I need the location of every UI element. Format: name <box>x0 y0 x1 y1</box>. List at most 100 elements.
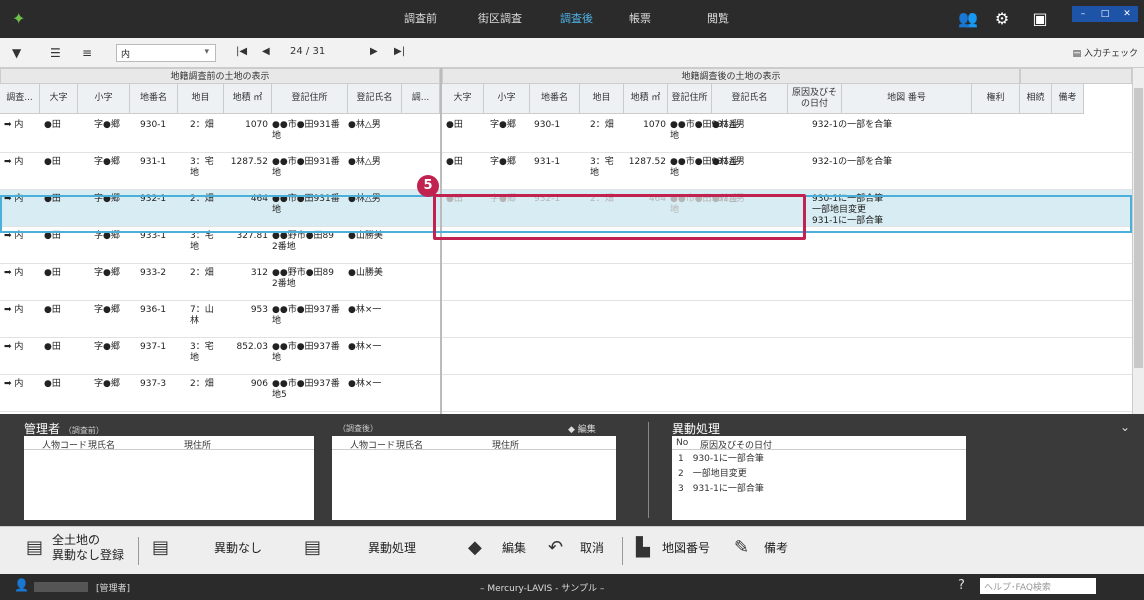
column-header[interactable]: 登記住所 <box>272 84 348 114</box>
collapse-chevron-icon[interactable]: ⌄ <box>1120 420 1130 434</box>
table-cell: 3：宅 地 <box>190 342 214 363</box>
maximize-icon[interactable]: □ <box>1094 6 1116 22</box>
table-cell: 字●郷 <box>94 268 120 278</box>
history-item[interactable]: 2 一部地目変更 <box>672 465 966 480</box>
column-header[interactable]: 地図 番号 <box>842 84 972 114</box>
column-header[interactable]: 登記氏名 <box>712 84 788 114</box>
close-icon[interactable]: ✕ <box>1116 6 1138 22</box>
table-row[interactable]: ➡ 内 ●田 字●郷 936-1 7：山 林 953 ●●市●田937番 地 ●林×一 <box>0 301 1132 338</box>
gear-icon[interactable]: ⚙ <box>992 9 1012 29</box>
cancel-button[interactable]: 取消 <box>580 539 604 556</box>
column-header[interactable]: 地目 <box>580 84 624 114</box>
list-filter-icon[interactable]: ☰ <box>50 46 61 60</box>
column-header[interactable]: 備考 <box>1052 84 1084 114</box>
save-icon[interactable]: ▣ <box>1030 9 1050 29</box>
table-cell: ●田 <box>44 194 61 204</box>
history-item[interactable]: 3 931-1に一部合筆 <box>672 480 966 495</box>
map-number-icon: ▙ <box>636 537 650 558</box>
separator <box>622 537 623 565</box>
column-header[interactable]: 登記住所 <box>668 84 712 114</box>
column-header[interactable]: 調... <box>402 84 440 114</box>
table-cell: ➡ 内 <box>4 342 24 352</box>
table-cell: ●林△男 <box>348 157 381 167</box>
next-page-icon[interactable]: ▶ <box>370 46 378 57</box>
table-cell: ➡ 内 <box>4 379 24 389</box>
minimize-icon[interactable]: – <box>1072 6 1094 22</box>
table-cell: ●林△男 <box>348 194 381 204</box>
table-cell: 字●郷 <box>94 157 120 167</box>
grid-scrollbar[interactable] <box>1132 68 1144 414</box>
table-row[interactable]: ➡ 内 ●田 字●郷 937-1 3：宅 地 852.03 ●●市●田937番 地 ●林×一 <box>0 338 1132 375</box>
column-header[interactable]: 地積 ㎡ <box>624 84 668 114</box>
column-header[interactable]: 大字 <box>442 84 484 114</box>
table-cell: 字●郷 <box>94 194 120 204</box>
map-number-button[interactable]: 地図番号 <box>662 539 710 556</box>
table-row[interactable]: ➡ 内 ●田 字●郷 933-2 2：畑 312 ●●野市●田89 2番地 ●山勝美 <box>0 264 1132 301</box>
table-cell: 字●郷 <box>490 120 516 130</box>
sort-icon[interactable]: ≡ <box>82 46 92 60</box>
history-item[interactable]: 1 930-1に一部合筆 <box>672 450 966 465</box>
column-header[interactable]: 地番名 <box>530 84 580 114</box>
column-header[interactable]: 権利 <box>972 84 1020 114</box>
column-header[interactable]: 地番名 <box>130 84 178 114</box>
table-row[interactable]: ➡ 内 ●田 字●郷 930-1 2：畑 1070 ●●市●田931番 地 ●林△男 ●田 字●郷… <box>0 116 1132 153</box>
table-cell: ●林△男 <box>712 120 745 130</box>
column-header[interactable]: 小字 <box>78 84 130 114</box>
blank-group-header <box>1020 68 1132 84</box>
app-logo-icon: ✦ <box>12 9 26 28</box>
nav-forms[interactable]: 帳票 <box>629 0 651 38</box>
column-header[interactable]: 大字 <box>40 84 78 114</box>
no-change-button[interactable]: 異動なし <box>214 539 262 556</box>
users-icon[interactable]: 👥 <box>958 9 978 29</box>
register-all-button[interactable]: 全土地の 異動なし登録 <box>52 533 124 563</box>
help-search-input[interactable]: ヘルプ･FAQ検索 <box>980 578 1096 594</box>
prev-page-icon[interactable]: ◀ <box>262 46 270 57</box>
window-controls: – □ ✕ <box>1072 6 1138 22</box>
column-header[interactable]: 地積 ㎡ <box>224 84 272 114</box>
nav-after[interactable]: 調査後 <box>560 0 593 38</box>
column-header[interactable]: 調査... <box>0 84 40 114</box>
process-button[interactable]: 異動処理 <box>368 539 416 556</box>
help-icon[interactable]: ? <box>958 578 965 593</box>
note-button[interactable]: 備考 <box>764 539 788 556</box>
column-header[interactable]: 登記氏名 <box>348 84 402 114</box>
last-page-icon[interactable]: ▶| <box>394 46 405 57</box>
table-cell: 932-1 <box>140 194 167 204</box>
table-row[interactable]: ➡ 内 ●田 字●郷 937-3 2：畑 906 ●●市●田937番 地5 ●林×一 <box>0 375 1132 412</box>
nav-block[interactable]: 街区調査 <box>478 0 522 38</box>
table-cell: 312 <box>250 268 268 278</box>
edit-manager-button[interactable]: ◆ 編集 <box>568 422 596 435</box>
column-header[interactable]: 相続 <box>1020 84 1052 114</box>
scroll-thumb[interactable] <box>1134 88 1143 368</box>
table-cell: 1070 <box>643 120 666 130</box>
table-cell: 932-1の一部を合筆 <box>812 120 893 130</box>
input-check-button[interactable]: ▤ 入力チェック <box>1073 46 1138 59</box>
note-pen-icon: ✎ <box>734 537 750 558</box>
manager-after-title: （調査後） <box>338 424 378 433</box>
table-cell: 930-1に一部合筆 一部地目変更 931-1に一部合筆 <box>812 194 884 226</box>
nav-before[interactable]: 調査前 <box>404 0 437 38</box>
nav-browse[interactable]: 閲覧 <box>707 0 729 38</box>
table-row[interactable]: ➡ 内 ●田 字●郷 931-1 3：宅 地 1287.52 ●●市●田931番 地 ●林△男… <box>0 153 1132 190</box>
table-cell: 933-1 <box>140 231 167 241</box>
table-cell: 2：畑 <box>190 194 214 204</box>
table-cell: 930-1 <box>534 120 561 130</box>
column-header[interactable]: 原因及びその日付 <box>788 84 842 114</box>
table-cell: 937-1 <box>140 342 167 352</box>
district-select[interactable]: 内 ▾ <box>116 44 216 62</box>
history-table: No 原因及びその日付 1 930-1に一部合筆 2 一部地目変更 3 931-1… <box>672 436 966 520</box>
table-cell: 7：山 林 <box>190 305 214 326</box>
edit-button[interactable]: 編集 <box>502 539 526 556</box>
after-group-header: 地籍調査後の土地の表示 <box>442 68 1020 84</box>
column-header[interactable]: 地目 <box>178 84 224 114</box>
panel-divider <box>648 422 649 518</box>
column-header[interactable]: 小字 <box>484 84 530 114</box>
user-name-redacted <box>34 582 88 592</box>
filter-icon[interactable]: ▼ <box>12 46 21 60</box>
first-page-icon[interactable]: |◀ <box>236 46 247 57</box>
table-cell: ●田 <box>44 342 61 352</box>
page-indicator: 24 / 31 <box>290 46 326 57</box>
pencil-icon: ◆ <box>468 537 482 558</box>
table-cell: 852.03 <box>236 342 269 352</box>
table-cell: ●林×一 <box>348 379 382 389</box>
